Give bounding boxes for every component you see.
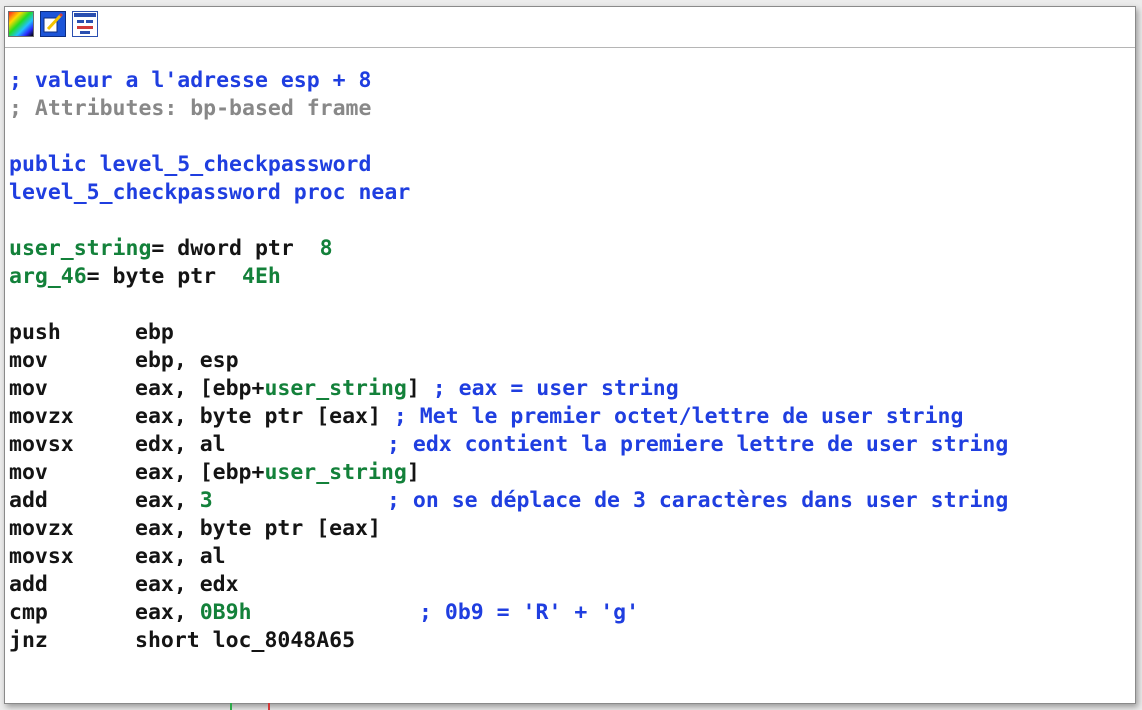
operand-suffix: ] <box>406 376 420 401</box>
stack-var-arg-46[interactable]: arg_46= byte ptr 4Eh <box>9 263 1135 291</box>
operands: eax, 0B9h <box>135 599 252 627</box>
operand-text: eax, byte ptr [eax] <box>135 404 381 429</box>
inline-comment: ; 0b9 = 'R' + 'g' <box>419 600 640 625</box>
operands: eax, [ebp+user_string] ; eax = user stri… <box>135 375 679 403</box>
operand-variable[interactable]: user_string <box>264 376 406 401</box>
instruction-line[interactable]: mov eax, [ebp+user_string] ; eax = user … <box>9 375 1135 403</box>
inline-comment: ; Met le premier octet/lettre de user st… <box>393 404 964 429</box>
operand-number: 3 <box>199 488 213 513</box>
operands: edx, al <box>135 432 226 457</box>
mnemonic: add <box>9 488 48 513</box>
operands: ebp <box>135 320 174 345</box>
ida-disassembly-window: ; valeur a l'adresse esp + 8 ; Attribute… <box>4 6 1136 704</box>
function-name[interactable]: level_5_checkpassword <box>100 152 372 177</box>
public-keyword: public <box>9 152 100 177</box>
mnemonic: add <box>9 572 48 597</box>
inline-comment: ; on se déplace de 3 caractères dans use… <box>387 488 1009 513</box>
instruction-line[interactable]: movsx edx, al ; edx contient la premiere… <box>9 431 1135 459</box>
operand-suffix: ] <box>406 460 420 485</box>
var-name[interactable]: arg_46 <box>9 264 87 289</box>
color-palette-icon[interactable] <box>8 11 34 37</box>
instruction-line[interactable]: mov eax, [ebp+user_string] <box>9 459 1135 487</box>
operands: eax, edx <box>135 572 239 597</box>
inline-comment: ; edx contient la premiere lettre de use… <box>387 432 1009 457</box>
operands: eax, [ebp+user_string] <box>135 459 420 487</box>
toolbar <box>5 7 1135 48</box>
mnemonic: movsx <box>9 544 74 569</box>
mnemonic: movzx <box>9 404 74 429</box>
mnemonic: push <box>9 320 61 345</box>
proc-declaration[interactable]: level_5_checkpassword proc near <box>9 179 1135 207</box>
operands: eax, byte ptr [eax] <box>135 516 381 541</box>
var-type: = byte ptr <box>86 264 243 289</box>
operands: eax, 3 <box>135 487 213 515</box>
instruction-line[interactable]: mov ebp, esp <box>9 347 1135 375</box>
mnemonic: jnz <box>9 628 48 653</box>
mnemonic: mov <box>9 376 48 401</box>
operands[interactable]: short loc_8048A65 <box>135 627 355 655</box>
operand-prefix: eax, <box>135 488 200 513</box>
mnemonic: movsx <box>9 432 74 457</box>
operand-prefix: eax, [ebp+ <box>135 376 265 401</box>
public-declaration[interactable]: public level_5_checkpassword <box>9 151 1135 179</box>
disassembly-listing[interactable]: ; valeur a l'adresse esp + 8 ; Attribute… <box>9 67 1135 655</box>
var-name[interactable]: user_string <box>9 236 151 261</box>
instruction-line[interactable]: movzx eax, byte ptr [eax] ; Met le premi… <box>9 403 1135 431</box>
graph-edge-stubs <box>0 703 1142 710</box>
instruction-line[interactable]: cmp eax, 0B9h ; 0b9 = 'R' + 'g' <box>9 599 1135 627</box>
var-type: = dword ptr <box>151 236 320 261</box>
mnemonic: cmp <box>9 600 48 625</box>
graph-view-icon[interactable] <box>72 11 98 37</box>
comment-line: ; valeur a l'adresse esp + 8 <box>9 68 372 93</box>
mnemonic: mov <box>9 348 48 373</box>
operand-prefix: eax, [ebp+ <box>135 460 265 485</box>
instruction-line[interactable]: movsx eax, al <box>9 543 1135 571</box>
instruction-line[interactable]: movzx eax, byte ptr [eax] <box>9 515 1135 543</box>
red-edge-stub <box>268 703 270 710</box>
var-offset: 8 <box>319 236 333 261</box>
operand-number: 0B9h <box>199 600 252 625</box>
operands: eax, byte ptr [eax] ; Met le premier oct… <box>135 403 963 431</box>
operand-prefix: eax, <box>135 600 200 625</box>
edit-pencil-icon[interactable] <box>40 11 66 37</box>
operand-variable[interactable]: user_string <box>264 460 406 485</box>
stack-var-user-string[interactable]: user_string= dword ptr 8 <box>9 235 1135 263</box>
var-offset: 4Eh <box>242 264 281 289</box>
attributes-comment: ; Attributes: bp-based frame <box>9 96 372 121</box>
instruction-line[interactable]: add eax, edx <box>9 571 1135 599</box>
green-edge-stub <box>230 703 232 710</box>
inline-comment: ; eax = user string <box>432 376 679 401</box>
mnemonic: mov <box>9 460 48 485</box>
operands: ebp, esp <box>135 348 239 373</box>
instruction-line[interactable]: add eax, 3 ; on se déplace de 3 caractèr… <box>9 487 1135 515</box>
operands: eax, al <box>135 544 226 569</box>
mnemonic: movzx <box>9 516 74 541</box>
instruction-line[interactable]: jnz short loc_8048A65 <box>9 627 1135 655</box>
instruction-line[interactable]: push ebp <box>9 319 1135 347</box>
